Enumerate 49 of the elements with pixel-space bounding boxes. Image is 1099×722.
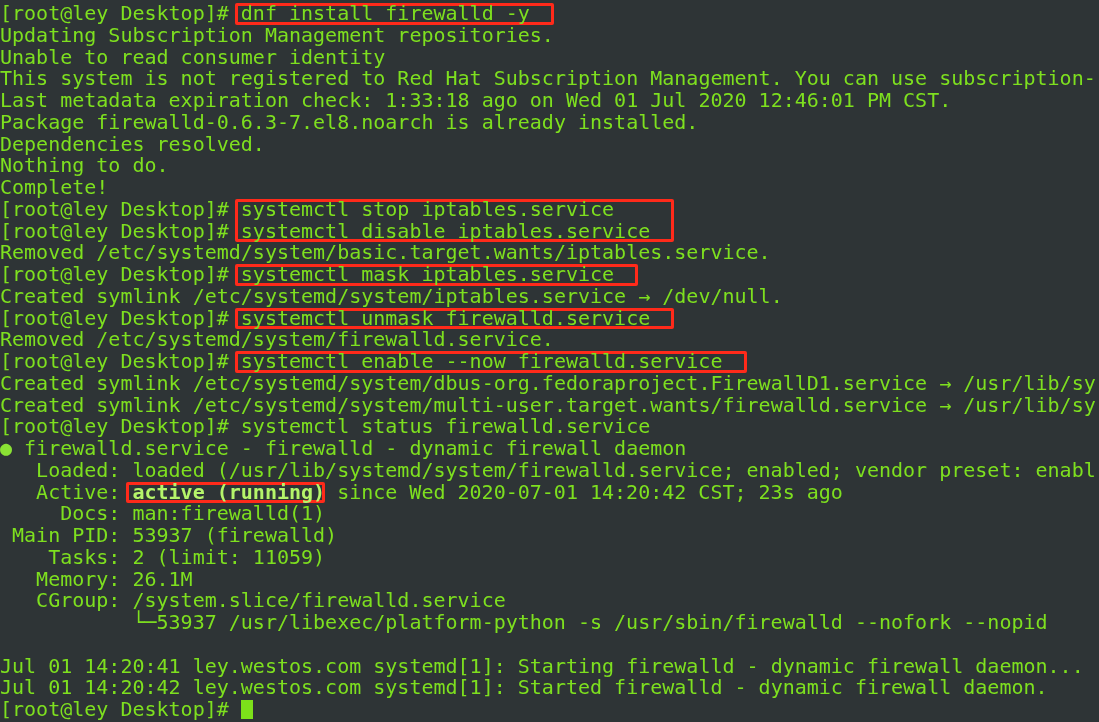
prompt-text: [root@ley Desktop]#	[0, 3, 229, 25]
output-line: Created symlink /etc/systemd/system/multi-user.target.wants/firewalld.service → /usr/lib/sy	[0, 394, 1097, 417]
output-line: Complete!	[0, 177, 110, 199]
field-label: Tasks:	[47, 546, 121, 569]
output-line: This system is not registered to Red Hat Subscription Management. You can use subscription-	[0, 68, 1097, 90]
output-line: Dependencies resolved.	[0, 133, 266, 156]
output-line: Removed /etc/systemd/system/firewalld.service.	[0, 329, 555, 351]
field-detail: since Wed 2020-07-01 14:20:42 CST; 23s ago	[337, 481, 843, 504]
command-text: systemctl enable --now firewalld.service	[240, 351, 723, 373]
command-text: systemctl stop iptables.service	[240, 198, 616, 221]
output-line: Jul 01 14:20:41 ley.westos.com systemd[1]: Starting firewalld - dynamic firewall daemon...	[0, 655, 1085, 678]
command-text: systemctl unmask firewalld.service	[240, 307, 651, 330]
field-label: Main PID:	[11, 525, 121, 547]
field-value: loaded (/usr/lib/systemd/system/firewalld.service; enabled; vendor preset: enabl	[132, 459, 1096, 482]
prompt-text: [root@ley Desktop]#	[0, 264, 229, 286]
output-line: Unable to read consumer identity	[0, 46, 387, 69]
prompt-text: [root@ley Desktop]#	[0, 351, 229, 373]
output-line: Jul 01 14:20:42 ley.westos.com systemd[1]: Started firewalld - dynamic firewall daemon.	[0, 677, 1049, 699]
field-label: Docs:	[59, 503, 121, 525]
command-text: systemctl disable iptables.service	[240, 220, 651, 243]
field-label: CGroup:	[35, 590, 121, 612]
field-value: 2 (limit: 11059)	[132, 546, 326, 569]
output-line: Package firewalld-0.6.3-7.el8.noarch is already installed.	[0, 111, 700, 134]
field-value: active (running)	[126, 481, 326, 504]
prompt-text: [root@ley Desktop]#	[0, 699, 229, 721]
command-text: systemctl mask iptables.service	[240, 264, 615, 286]
field-value: man:firewalld(1)	[132, 503, 326, 525]
field-value: /system.slice/firewalld.service	[132, 590, 506, 612]
unit-title: firewalld.service - firewalld - dynamic firewall daemon	[24, 438, 687, 460]
cursor	[240, 700, 253, 720]
command-text: systemctl status firewalld.service	[240, 416, 651, 438]
field-value: 26.1M	[132, 568, 193, 591]
command-text: dnf install firewalld -y	[240, 3, 530, 25]
status-bullet: ●	[0, 438, 13, 460]
output-line: Created symlink /etc/systemd/system/iptables.service → /dev/null.	[0, 285, 784, 308]
prompt-text: [root@ley Desktop]#	[0, 198, 229, 221]
output-line: Removed /etc/systemd/system/basic.target.wants/iptables.service.	[0, 242, 772, 264]
output-line: Nothing to do.	[0, 155, 170, 177]
output-line: Last metadata expiration check: 1:33:18 ago on Wed 01 Jul 2020 12:46:01 PM CST.	[0, 90, 952, 112]
field-label: Active:	[35, 481, 121, 504]
field-label: Memory:	[35, 568, 121, 591]
output-line: Created symlink /etc/systemd/system/dbus-org.fedoraproject.FirewallD1.service → /usr/lib/sy	[0, 372, 1097, 395]
prompt-text: [root@ley Desktop]#	[0, 220, 229, 243]
prompt-text: [root@ley Desktop]#	[0, 307, 229, 330]
tree-line: └─53937 /usr/libexec/platform-python -s /usr/sbin/firewalld --nofork --nopid	[132, 610, 1048, 634]
field-label: Loaded:	[35, 459, 121, 482]
prompt-text: [root@ley Desktop]#	[0, 416, 229, 438]
output-line: Updating Subscription Management repositories.	[0, 24, 555, 47]
field-value: 53937 (firewalld)	[132, 525, 338, 547]
